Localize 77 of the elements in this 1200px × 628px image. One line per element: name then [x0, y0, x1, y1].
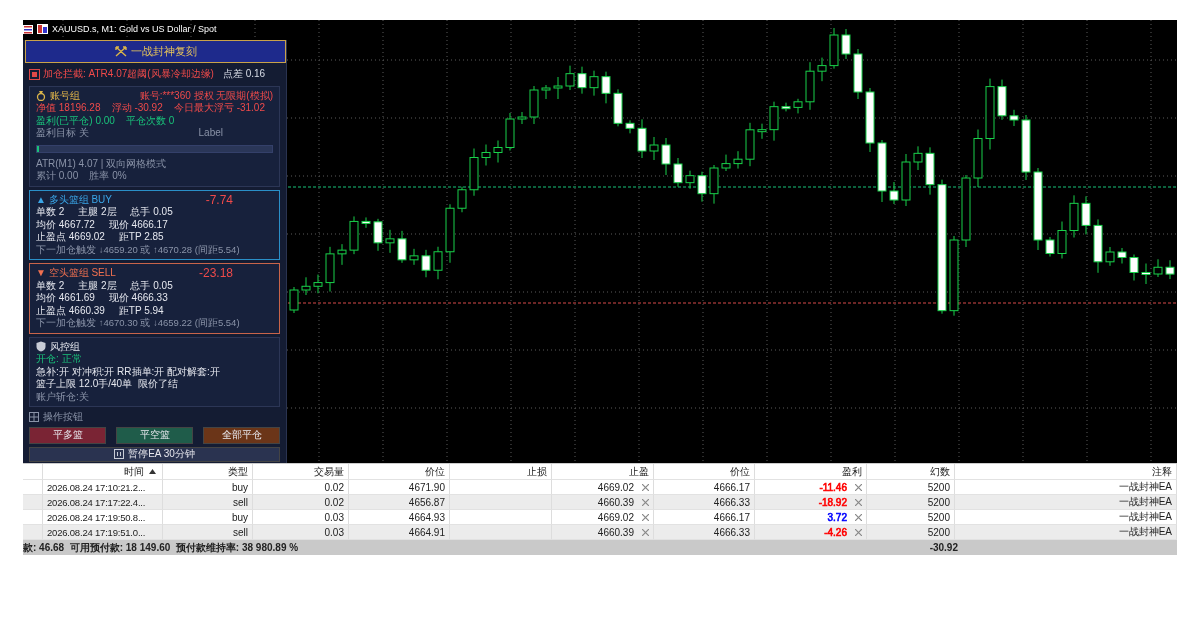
close-icon[interactable]	[642, 528, 649, 536]
basket-stat-line: 止盈点 4669.02 距TP 2.85	[36, 231, 165, 244]
table-cell: 一战封神EA	[955, 495, 1177, 510]
pause-icon	[114, 449, 125, 459]
close-icon[interactable]	[855, 528, 862, 536]
column-header[interactable]: 止盈	[552, 464, 654, 480]
basket-title: ▼ 空头篮组 SELL	[36, 267, 116, 280]
table-cell: sell	[163, 495, 253, 510]
profit-cell: -11.46	[819, 481, 847, 493]
basket-stat-line: 单数 2 主腿 2层 总手 0.05	[36, 206, 174, 219]
basket-pnl: -23.18	[198, 267, 233, 280]
account-note: 累计 0.00 胜率 0%	[36, 170, 128, 183]
close-icon[interactable]	[855, 513, 862, 521]
account-note: ATR(M1) 4.07 | 双向网格模式	[36, 157, 168, 170]
basket-stat-line: 单数 2 主腿 2层 总手 0.05	[36, 279, 174, 292]
close-icon[interactable]	[855, 483, 862, 491]
table-cell: 5200	[867, 495, 955, 510]
panel-button[interactable]: 全部平仓	[203, 426, 280, 444]
table-cell: 4666.33	[654, 495, 755, 510]
profit-cell: 3.72	[827, 511, 847, 523]
table-cell: 4669.02	[597, 481, 634, 493]
alert-text: 加仓拦截: ATR4.07超阈(风暴冷却边缘)	[43, 68, 214, 81]
panel-button[interactable]: 平多篮	[29, 426, 106, 444]
basket-stat-line: 均价 4661.69 现价 4666.33	[36, 292, 169, 305]
total-profit: -30.92	[928, 541, 959, 555]
warning-box-icon	[29, 68, 40, 80]
account-stat-line: 净值 18196.28 浮动 -30.92 今日最大浮亏 -31.02	[36, 102, 266, 115]
profit-cell: -18.92	[818, 496, 847, 508]
close-icon[interactable]	[642, 498, 649, 506]
profit-target-text: 盈利目标 关	[36, 127, 89, 140]
list-icon[interactable]	[23, 24, 33, 34]
spread-text: 点差 0.16	[222, 68, 266, 81]
basket-pnl: -7.74	[205, 193, 233, 206]
basket-stat-line: 止盈点 4660.39 距TP 5.94	[36, 304, 165, 317]
column-header[interactable]: 幻数	[867, 464, 955, 480]
table-cell: 2026.08.24 17:17:22.4...	[43, 495, 163, 510]
column-header[interactable]: 交易量	[253, 464, 349, 480]
account-group-title: 账号组	[50, 89, 80, 102]
close-icon[interactable]	[642, 483, 649, 491]
panel-title: 一战封神复刻	[130, 45, 197, 58]
column-header[interactable]: 价位	[654, 464, 755, 480]
account-summary: 款: 46.68 可用预付款: 18 149.60 预付款维持率: 38 980.89 %	[23, 540, 300, 555]
profit-cell: -4.26	[824, 526, 847, 538]
risk-group-title: 风控组	[50, 340, 80, 353]
table-cell: 4656.87	[349, 495, 450, 510]
target-label: Label	[198, 127, 223, 140]
risk-setting-line: 篮子上限 12.0手/40单 限价了结	[36, 378, 179, 391]
column-header[interactable]: 时间	[43, 464, 163, 480]
pause-button[interactable]: 暂停EA 30分钟	[29, 446, 280, 462]
basket-title: ▲ 多头篮组 BUY	[36, 193, 112, 206]
grid-icon	[29, 412, 39, 423]
trigger-text: 下一加仓触发 ↓4659.20 或 ↑4670.28 (间距5.54)	[36, 243, 241, 256]
column-header[interactable]: 类型	[163, 464, 253, 480]
panel-button[interactable]: 平空篮	[116, 426, 193, 444]
column-header[interactable]: 盈利	[755, 464, 867, 480]
risk-setting-line: 急补:开 对冲积:开 RR插单:开 配对解套:开	[36, 365, 221, 378]
basket-stat-line: 均价 4667.72 现价 4666.17	[36, 218, 169, 231]
table-cell: 0.02	[253, 495, 349, 510]
table-cell: 4669.02	[597, 511, 634, 523]
table-cell: 4660.39	[597, 496, 634, 508]
trigger-text: 下一加仓触发 ↑4670.30 或 ↓4659.22 (间距5.54)	[36, 317, 241, 330]
risk-note: 账户斩仓:关	[36, 390, 90, 403]
risk-status: 开仓: 正常	[36, 353, 83, 366]
actions-label: 操作按钮	[43, 411, 83, 424]
table-cell: 4660.39	[597, 526, 634, 538]
account-info: 账号:***360 授权 无限期(模拟)	[139, 89, 273, 102]
close-icon[interactable]	[642, 513, 649, 521]
empty-cell	[23, 464, 43, 480]
account-stat-line: 盈利(已平仓) 0.00 平仓次数 0	[36, 114, 176, 127]
column-header[interactable]: 价位	[349, 464, 450, 480]
crossed-swords-icon	[114, 46, 127, 57]
column-header[interactable]: 止损	[450, 464, 552, 480]
shield-icon	[36, 341, 46, 353]
column-header[interactable]: 注释	[955, 464, 1177, 480]
chart-title: XAUUSD.s, M1: Gold vs US Dollar / Spot	[52, 24, 217, 34]
chart-icon[interactable]	[37, 24, 48, 34]
close-icon[interactable]	[855, 498, 862, 506]
